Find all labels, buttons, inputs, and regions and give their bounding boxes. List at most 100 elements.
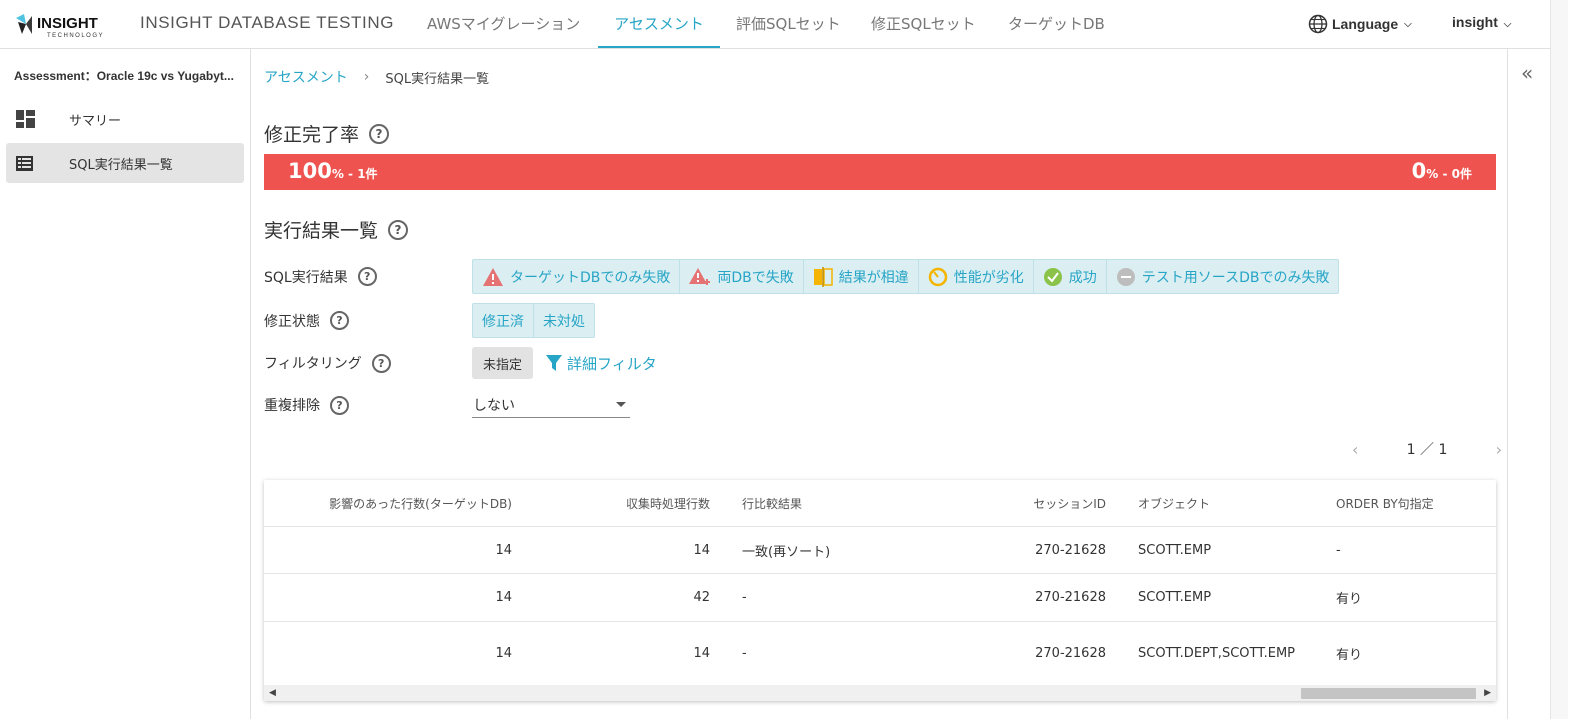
tab-fixed-sql-set[interactable]: 修正SQLセット bbox=[857, 0, 990, 48]
table-cell: - bbox=[742, 646, 747, 661]
filter-label: 性能が劣化 bbox=[953, 269, 1024, 286]
dedup-select-value: しない bbox=[473, 397, 515, 414]
table-cell: 有り bbox=[1336, 592, 1363, 607]
help-icon[interactable]: ? bbox=[388, 219, 409, 240]
results-table: 影響のあった行数(ターゲットDB) 収集時処理行数 行比較結果 セッションID … bbox=[264, 480, 1496, 701]
table-cell: - bbox=[1336, 542, 1341, 558]
sidebar: Assessment：Oracle 19c vs Yugabyt... サマリー… bbox=[0, 49, 251, 719]
scroll-right-icon[interactable]: ▶ bbox=[1484, 685, 1491, 701]
table-cell: 有り bbox=[1336, 648, 1363, 663]
scrollbar-thumb[interactable] bbox=[1301, 688, 1476, 699]
filter-fixed[interactable]: 修正済 bbox=[473, 304, 534, 337]
tab-aws-migration[interactable]: AWSマイグレーション bbox=[413, 0, 594, 48]
tab-evaluation-sql-set[interactable]: 評価SQLセット bbox=[722, 0, 855, 48]
column-header[interactable]: 影響のあった行数(ターゲットDB) bbox=[264, 480, 512, 526]
filter-label: 両DBで失敗 bbox=[717, 269, 794, 286]
main-content: アセスメント › SQL実行結果一覧 修正完了率 ? 100 % - 1件 0 … bbox=[252, 49, 1507, 719]
breadcrumb-current: SQL実行結果一覧 bbox=[385, 71, 490, 87]
svg-text:TECHNOLOGY: TECHNOLOGY bbox=[47, 33, 104, 39]
dedup-select[interactable]: しない bbox=[472, 392, 630, 418]
fix-status-filter-row: 修正状態 ? 修正済 未対処 bbox=[264, 303, 595, 338]
completion-title: 修正完了率 bbox=[264, 124, 360, 146]
column-header[interactable]: オブジェクト bbox=[1138, 480, 1318, 526]
prev-page-icon[interactable]: ‹ bbox=[1352, 440, 1358, 459]
filtering-label: フィルタリング ? bbox=[264, 353, 472, 373]
filtering-row: フィルタリング ? 未指定 詳細フィルタ bbox=[264, 347, 657, 379]
fix-status-toggle-group: 修正済 未対処 bbox=[472, 303, 595, 338]
table-cell: 42 bbox=[693, 590, 710, 605]
user-label: insight bbox=[1452, 14, 1498, 30]
filter-label: 成功 bbox=[1068, 269, 1097, 286]
warning-plus-icon bbox=[689, 267, 711, 285]
filter-target-db-only-failed[interactable]: ターゲットDBでのみ失敗 bbox=[473, 260, 681, 293]
filter-unresolved[interactable]: 未対処 bbox=[534, 304, 594, 337]
progress-done: 100 % - 1件 bbox=[288, 159, 378, 183]
page-scrollbar[interactable] bbox=[1550, 0, 1568, 719]
user-menu[interactable]: insight ⌵ bbox=[1452, 14, 1511, 30]
sidebar-item-sql-results[interactable]: SQL実行結果一覧 bbox=[6, 143, 244, 183]
sidebar-item-label: SQL実行結果一覧 bbox=[69, 157, 173, 173]
filter-both-db-failed[interactable]: 両DBで失敗 bbox=[680, 260, 804, 293]
funnel-icon bbox=[546, 355, 563, 371]
filter-success[interactable]: 成功 bbox=[1034, 260, 1107, 293]
progress-done-percent: 100 bbox=[288, 159, 332, 183]
pagination: ‹ 1 ／ 1 › bbox=[1352, 437, 1502, 461]
progress-remaining-count: % - 0件 bbox=[1426, 167, 1472, 181]
breadcrumb-link-assessment[interactable]: アセスメント bbox=[264, 67, 348, 87]
help-icon[interactable]: ? bbox=[330, 311, 349, 330]
double-chevron-left-icon[interactable]: « bbox=[1521, 61, 1533, 85]
table-cell: 14 bbox=[495, 590, 512, 605]
table-horizontal-scrollbar[interactable]: ◀ ▶ bbox=[264, 685, 1496, 701]
page-indicator: 1 ／ 1 bbox=[1406, 442, 1448, 458]
minus-circle-icon bbox=[1116, 267, 1135, 286]
filter-label: 結果が相違 bbox=[838, 269, 909, 286]
sidebar-item-summary[interactable]: サマリー bbox=[6, 99, 244, 139]
tab-assessment[interactable]: アセスメント bbox=[598, 0, 720, 48]
dedup-row: 重複排除 ? しない bbox=[264, 392, 630, 418]
progress-done-count: % - 1件 bbox=[331, 167, 378, 181]
filter-source-db-only-failed[interactable]: テスト用ソースDBでのみ失敗 bbox=[1107, 260, 1339, 293]
check-circle-icon bbox=[1043, 267, 1062, 286]
sql-result-filter-row: SQL実行結果 ? ターゲットDBでのみ失敗 両DBで失敗 結果が相違 性能が劣… bbox=[264, 259, 1340, 294]
scroll-left-icon[interactable]: ◀ bbox=[269, 685, 276, 701]
table-row[interactable]: 14 42 - 270-21628 SCOTT.EMP 有り bbox=[264, 574, 1496, 622]
tab-target-db[interactable]: ターゲットDB bbox=[994, 0, 1119, 48]
app-title: INSIGHT DATABASE TESTING bbox=[140, 13, 395, 32]
completion-section-title: 修正完了率 ? bbox=[264, 120, 390, 147]
sql-result-label: SQL実行結果 ? bbox=[264, 267, 472, 287]
column-header[interactable]: 収集時処理行数 bbox=[524, 480, 710, 526]
table-cell: 14 bbox=[495, 646, 512, 661]
table-cell: 270-21628 bbox=[1035, 646, 1106, 661]
table-row[interactable]: 14 14 - 270-21628 SCOTT.DEPT,SCOTT.EMP 有… bbox=[264, 622, 1496, 685]
next-page-icon[interactable]: › bbox=[1496, 440, 1502, 459]
column-header[interactable]: ORDER BY句指定 bbox=[1336, 480, 1486, 526]
progress-remaining: 0 % - 0件 bbox=[1412, 159, 1472, 183]
dedup-label-text: 重複排除 bbox=[264, 398, 320, 414]
language-label: Language bbox=[1332, 16, 1399, 32]
insight-logo[interactable]: INSIGHT TECHNOLOGY bbox=[14, 10, 122, 40]
list-icon bbox=[16, 156, 33, 171]
filter-performance-degraded[interactable]: 性能が劣化 bbox=[919, 260, 1034, 293]
filtering-unspecified-button[interactable]: 未指定 bbox=[472, 347, 534, 379]
help-icon[interactable]: ? bbox=[371, 353, 391, 373]
breadcrumb: アセスメント › SQL実行結果一覧 bbox=[264, 67, 489, 87]
column-header[interactable]: 行比較結果 bbox=[742, 480, 992, 526]
completion-progress-bar: 100 % - 1件 0 % - 0件 bbox=[264, 154, 1496, 190]
table-cell: 14 bbox=[693, 542, 710, 558]
help-icon[interactable]: ? bbox=[357, 267, 377, 286]
column-header[interactable]: セッションID bbox=[1004, 480, 1106, 526]
help-icon[interactable]: ? bbox=[369, 123, 390, 144]
advanced-filter-button[interactable]: 詳細フィルタ bbox=[545, 353, 657, 374]
svg-text:INSIGHT: INSIGHT bbox=[37, 15, 98, 32]
dashboard-icon bbox=[16, 110, 35, 128]
warning-icon bbox=[483, 267, 503, 286]
filter-result-mismatch[interactable]: 結果が相違 bbox=[804, 260, 919, 293]
dropdown-arrow-icon bbox=[616, 402, 626, 407]
language-menu[interactable]: Language ⌵ bbox=[1308, 14, 1412, 34]
table-row[interactable]: 14 14 一致(再ソート) 270-21628 SCOTT.EMP - bbox=[264, 527, 1496, 574]
filtering-label-text: フィルタリング bbox=[264, 356, 362, 372]
table-cell: SCOTT.DEPT,SCOTT.EMP bbox=[1138, 646, 1296, 661]
gauge-icon bbox=[928, 267, 948, 286]
help-icon[interactable]: ? bbox=[330, 395, 349, 415]
dedup-label: 重複排除 ? bbox=[264, 395, 472, 415]
